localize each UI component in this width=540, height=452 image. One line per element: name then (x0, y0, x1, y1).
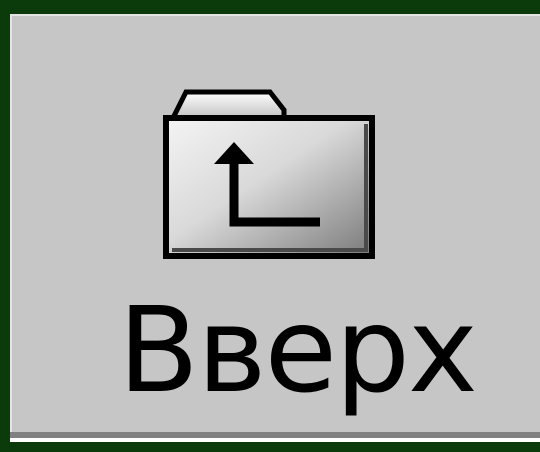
up-one-level-button[interactable]: Вверх (10, 14, 540, 438)
button-highlight-edge (10, 438, 540, 442)
up-button-label: Вверх (118, 281, 478, 419)
folder-up-icon (150, 78, 390, 274)
